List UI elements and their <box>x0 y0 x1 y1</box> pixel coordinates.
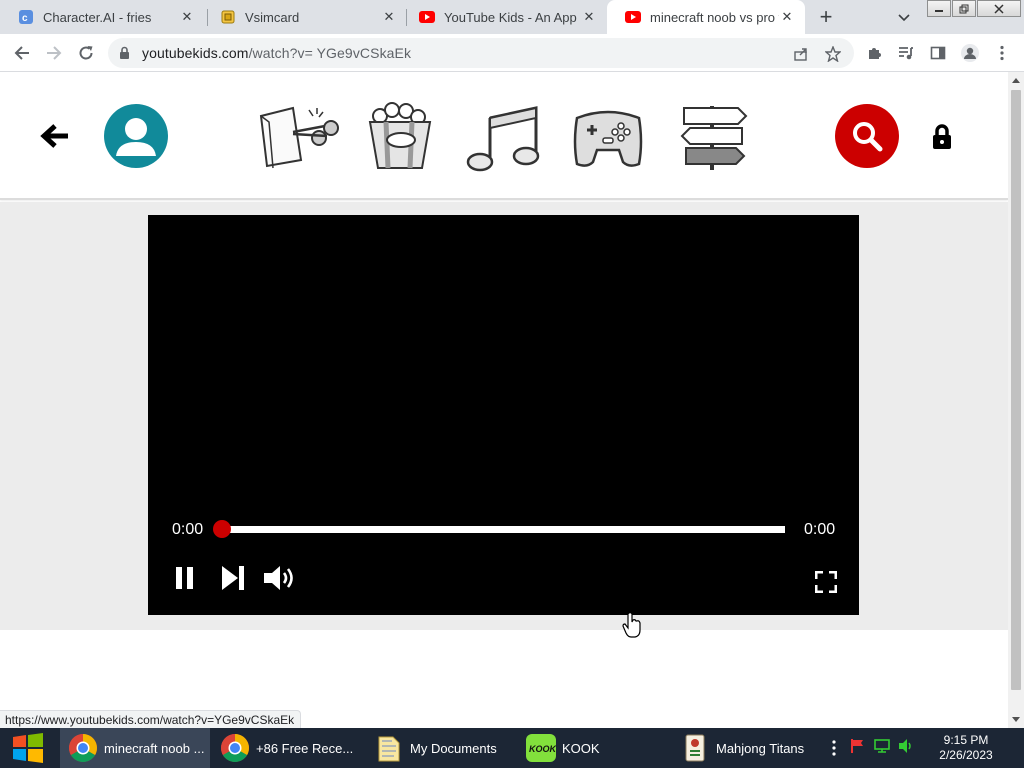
clock-time: 9:15 PM <box>943 733 989 747</box>
tab-search-chevron-down-icon[interactable] <box>893 7 915 29</box>
close-tab-icon[interactable]: ✕ <box>179 9 195 25</box>
side-panel-icon[interactable] <box>926 41 950 65</box>
close-tab-icon[interactable]: ✕ <box>581 9 597 25</box>
chrome-icon <box>220 733 250 763</box>
current-time: 0:00 <box>172 521 204 538</box>
taskbar-clock[interactable]: 9:15 PM 2/26/2023 <box>926 733 1006 763</box>
close-tab-icon[interactable]: ✕ <box>779 9 795 25</box>
share-icon[interactable] <box>792 45 810 63</box>
taskbar-item-label: Mahjong Titans <box>716 740 805 756</box>
youtube-kids-page: 0:00 0:00 <box>0 72 1008 728</box>
scrollbar-thumb[interactable] <box>1011 90 1021 690</box>
scroll-up-arrow-icon[interactable] <box>1012 78 1020 83</box>
tab-strip: c Character.AI - fries ✕ Vsimcard ✕ YouT… <box>0 0 1024 34</box>
fullscreen-icon <box>814 570 838 594</box>
search-button[interactable] <box>835 104 899 168</box>
reload-icon[interactable] <box>74 41 98 65</box>
taskbar-item-chrome-free-receive[interactable]: +86 Free Rece... <box>212 728 362 768</box>
taskbar-item-chrome-minecraft[interactable]: minecraft noob ... <box>60 728 210 768</box>
parental-lock-icon[interactable] <box>931 124 953 150</box>
close-tab-icon[interactable]: ✕ <box>381 9 397 25</box>
tab-vsimcard[interactable]: Vsimcard ✕ <box>202 0 407 34</box>
lock-icon[interactable] <box>119 46 130 65</box>
scroll-down-arrow-icon[interactable] <box>1012 717 1020 722</box>
profile-avatar[interactable] <box>104 104 168 168</box>
url-path: /watch?v= YGe9vCSkaEk <box>248 45 412 61</box>
tab-character-ai[interactable]: c Character.AI - fries ✕ <box>0 0 205 34</box>
tab-minecraft-video[interactable]: minecraft noob vs pro v ✕ <box>607 0 805 34</box>
restore-window-button[interactable] <box>952 0 976 17</box>
volume-icon <box>264 566 293 590</box>
forward-arrow-icon[interactable] <box>42 41 66 65</box>
player-area: 0:00 0:00 <box>0 202 1008 630</box>
taskbar-item-mahjong-titans[interactable]: Mahjong Titans <box>672 728 822 768</box>
action-center-flag-icon[interactable] <box>850 738 866 759</box>
taskbar-item-label: My Documents <box>410 740 497 756</box>
taskbar-item-label: minecraft noob ... <box>104 740 205 756</box>
category-gaming-controller-icon[interactable] <box>563 102 653 172</box>
url-text[interactable]: youtubekids.com/watch?v= YGe9vCSkaEk <box>142 45 411 61</box>
tab-title: minecraft noob vs pro v <box>650 9 779 25</box>
page-scrollbar[interactable] <box>1008 72 1024 728</box>
tray-overflow-icon[interactable] <box>828 740 840 756</box>
mahjong-tile-icon <box>680 733 710 763</box>
minimize-window-button[interactable] <box>927 0 951 17</box>
youtube-favicon-icon <box>419 9 435 25</box>
progress-bar[interactable] <box>222 526 785 533</box>
svg-text:c: c <box>22 13 28 24</box>
category-recommended-popcorn-icon[interactable] <box>356 102 446 172</box>
next-video-button[interactable] <box>221 565 245 596</box>
category-music-note-icon[interactable] <box>460 102 550 172</box>
chrome-icon <box>68 733 98 763</box>
kook-logo-text: KOOK <box>529 744 556 754</box>
windows-logo-icon <box>13 733 43 763</box>
scrubber-handle[interactable] <box>213 520 231 538</box>
video-player[interactable]: 0:00 0:00 <box>148 215 859 615</box>
category-shows-icon[interactable] <box>253 102 343 172</box>
kook-app-icon: KOOK <box>526 733 556 763</box>
system-tray <box>828 728 914 768</box>
character-ai-favicon-icon: c <box>18 9 34 25</box>
browser-toolbar: youtubekids.com/watch?v= YGe9vCSkaEk <box>0 34 1024 72</box>
tab-youtube-kids[interactable]: YouTube Kids - An App ✕ <box>401 0 607 34</box>
tab-title: Character.AI - fries <box>43 9 152 25</box>
windows-taskbar: minecraft noob ... +86 Free Rece... My D… <box>0 728 1024 768</box>
pause-button[interactable] <box>174 566 196 595</box>
documents-folder-icon <box>374 733 404 763</box>
category-explore-signpost-icon[interactable] <box>672 102 762 172</box>
address-bar[interactable]: youtubekids.com/watch?v= YGe9vCSkaEk <box>108 38 854 68</box>
pause-icon <box>176 567 193 589</box>
tab-title: YouTube Kids - An App <box>444 9 577 25</box>
tab-title: Vsimcard <box>245 9 300 25</box>
volume-speaker-icon[interactable] <box>898 738 914 759</box>
taskbar-item-kook[interactable]: KOOK KOOK <box>518 728 668 768</box>
youtube-favicon-icon <box>625 9 641 25</box>
extensions-puzzle-icon[interactable] <box>862 41 886 65</box>
taskbar-item-my-documents[interactable]: My Documents <box>366 728 516 768</box>
close-window-button[interactable] <box>977 0 1021 17</box>
taskbar-item-label: +86 Free Rece... <box>256 740 354 756</box>
search-icon <box>853 122 883 152</box>
fullscreen-button[interactable] <box>814 570 838 598</box>
sim-card-favicon-icon <box>220 9 236 25</box>
new-tab-button[interactable]: + <box>814 4 838 29</box>
media-playlist-icon[interactable] <box>894 41 918 65</box>
back-arrow-icon[interactable] <box>10 41 34 65</box>
hand-pointer-cursor-icon <box>622 612 641 638</box>
volume-button[interactable] <box>263 565 299 596</box>
network-icon[interactable] <box>874 738 890 759</box>
more-menu-icon[interactable] <box>990 41 1014 65</box>
duration: 0:00 <box>804 521 836 538</box>
taskbar-item-label: KOOK <box>562 740 600 756</box>
status-url-bubble: https://www.youtubekids.com/watch?v=YGe9… <box>0 710 302 728</box>
skip-next-icon <box>222 566 244 590</box>
profile-avatar-icon[interactable] <box>958 41 982 65</box>
clock-date: 2/26/2023 <box>939 748 993 762</box>
bookmark-star-icon[interactable] <box>824 45 842 63</box>
back-arrow-icon[interactable] <box>38 118 74 154</box>
url-host: youtubekids.com <box>142 45 249 61</box>
youtube-kids-header <box>0 72 1008 200</box>
start-button[interactable] <box>0 728 56 768</box>
